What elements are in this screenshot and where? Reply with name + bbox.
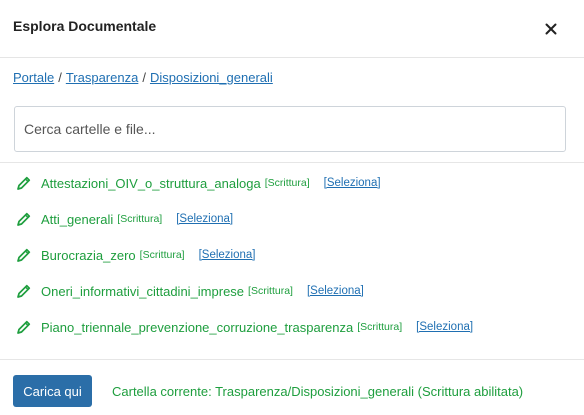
- folder-name: Piano_triennale_prevenzione_corruzione_t…: [41, 319, 354, 335]
- divider: [0, 162, 584, 163]
- folder-name: Attestazioni_OIV_o_struttura_analoga: [41, 175, 261, 191]
- folder-name: Burocrazia_zero: [41, 247, 136, 263]
- breadcrumb-link-disposizioni-generali[interactable]: Disposizioni_generali: [150, 70, 273, 85]
- folder-item[interactable]: Attestazioni_OIV_o_struttura_analoga [Sc…: [0, 165, 584, 201]
- close-icon: [545, 23, 557, 35]
- pencil-icon: [17, 320, 31, 334]
- dialog-header: Esplora Documentale: [0, 0, 584, 58]
- breadcrumb: Portale / Trasparenza / Disposizioni_general…: [13, 70, 273, 85]
- close-button[interactable]: [541, 19, 561, 39]
- select-folder-link[interactable]: [Seleziona]: [199, 249, 256, 261]
- document-explorer-dialog: Esplora Documentale Portale / Trasparenza /…: [0, 0, 584, 415]
- pencil-icon: [17, 284, 31, 298]
- folder-item[interactable]: Oneri_informativi_cittadini_imprese [Scr…: [0, 273, 584, 309]
- dialog-footer: Carica qui Cartella corrente: Trasparenz…: [0, 360, 584, 415]
- pencil-icon: [17, 176, 31, 190]
- select-folder-link[interactable]: [Seleziona]: [307, 285, 364, 297]
- breadcrumb-link-trasparenza[interactable]: Trasparenza: [66, 70, 139, 85]
- permission-badge: [Scrittura]: [357, 321, 403, 333]
- folder-name: Oneri_informativi_cittadini_imprese: [41, 283, 245, 299]
- pencil-icon: [17, 248, 31, 262]
- folder-item[interactable]: Piano_triennale_prevenzione_corruzione_t…: [0, 309, 584, 345]
- upload-here-button[interactable]: Carica qui: [13, 375, 92, 407]
- search-input[interactable]: [14, 106, 566, 152]
- permission-badge: [Scrittura]: [117, 213, 163, 225]
- folder-name: Atti_generali: [41, 211, 114, 227]
- permission-badge: [Scrittura]: [264, 177, 310, 189]
- current-folder-status: Cartella corrente: Trasparenza/Disposizi…: [112, 384, 524, 399]
- select-folder-link[interactable]: [Seleziona]: [176, 213, 233, 225]
- select-folder-link[interactable]: [Seleziona]: [416, 321, 473, 333]
- folder-item[interactable]: Atti_generali [Scrittura] [Seleziona]: [0, 201, 584, 237]
- dialog-title: Esplora Documentale: [13, 18, 157, 34]
- breadcrumb-link-portale[interactable]: Portale: [13, 70, 54, 85]
- permission-badge: [Scrittura]: [248, 285, 293, 297]
- breadcrumb-separator: /: [58, 70, 62, 85]
- permission-badge: [Scrittura]: [139, 249, 185, 261]
- pencil-icon: [17, 212, 31, 226]
- folder-item[interactable]: Burocrazia_zero [Scrittura] [Seleziona]: [0, 237, 584, 273]
- select-folder-link[interactable]: [Seleziona]: [324, 177, 381, 189]
- folder-list: Attestazioni_OIV_o_struttura_analoga [Sc…: [0, 165, 584, 345]
- breadcrumb-separator: /: [142, 70, 146, 85]
